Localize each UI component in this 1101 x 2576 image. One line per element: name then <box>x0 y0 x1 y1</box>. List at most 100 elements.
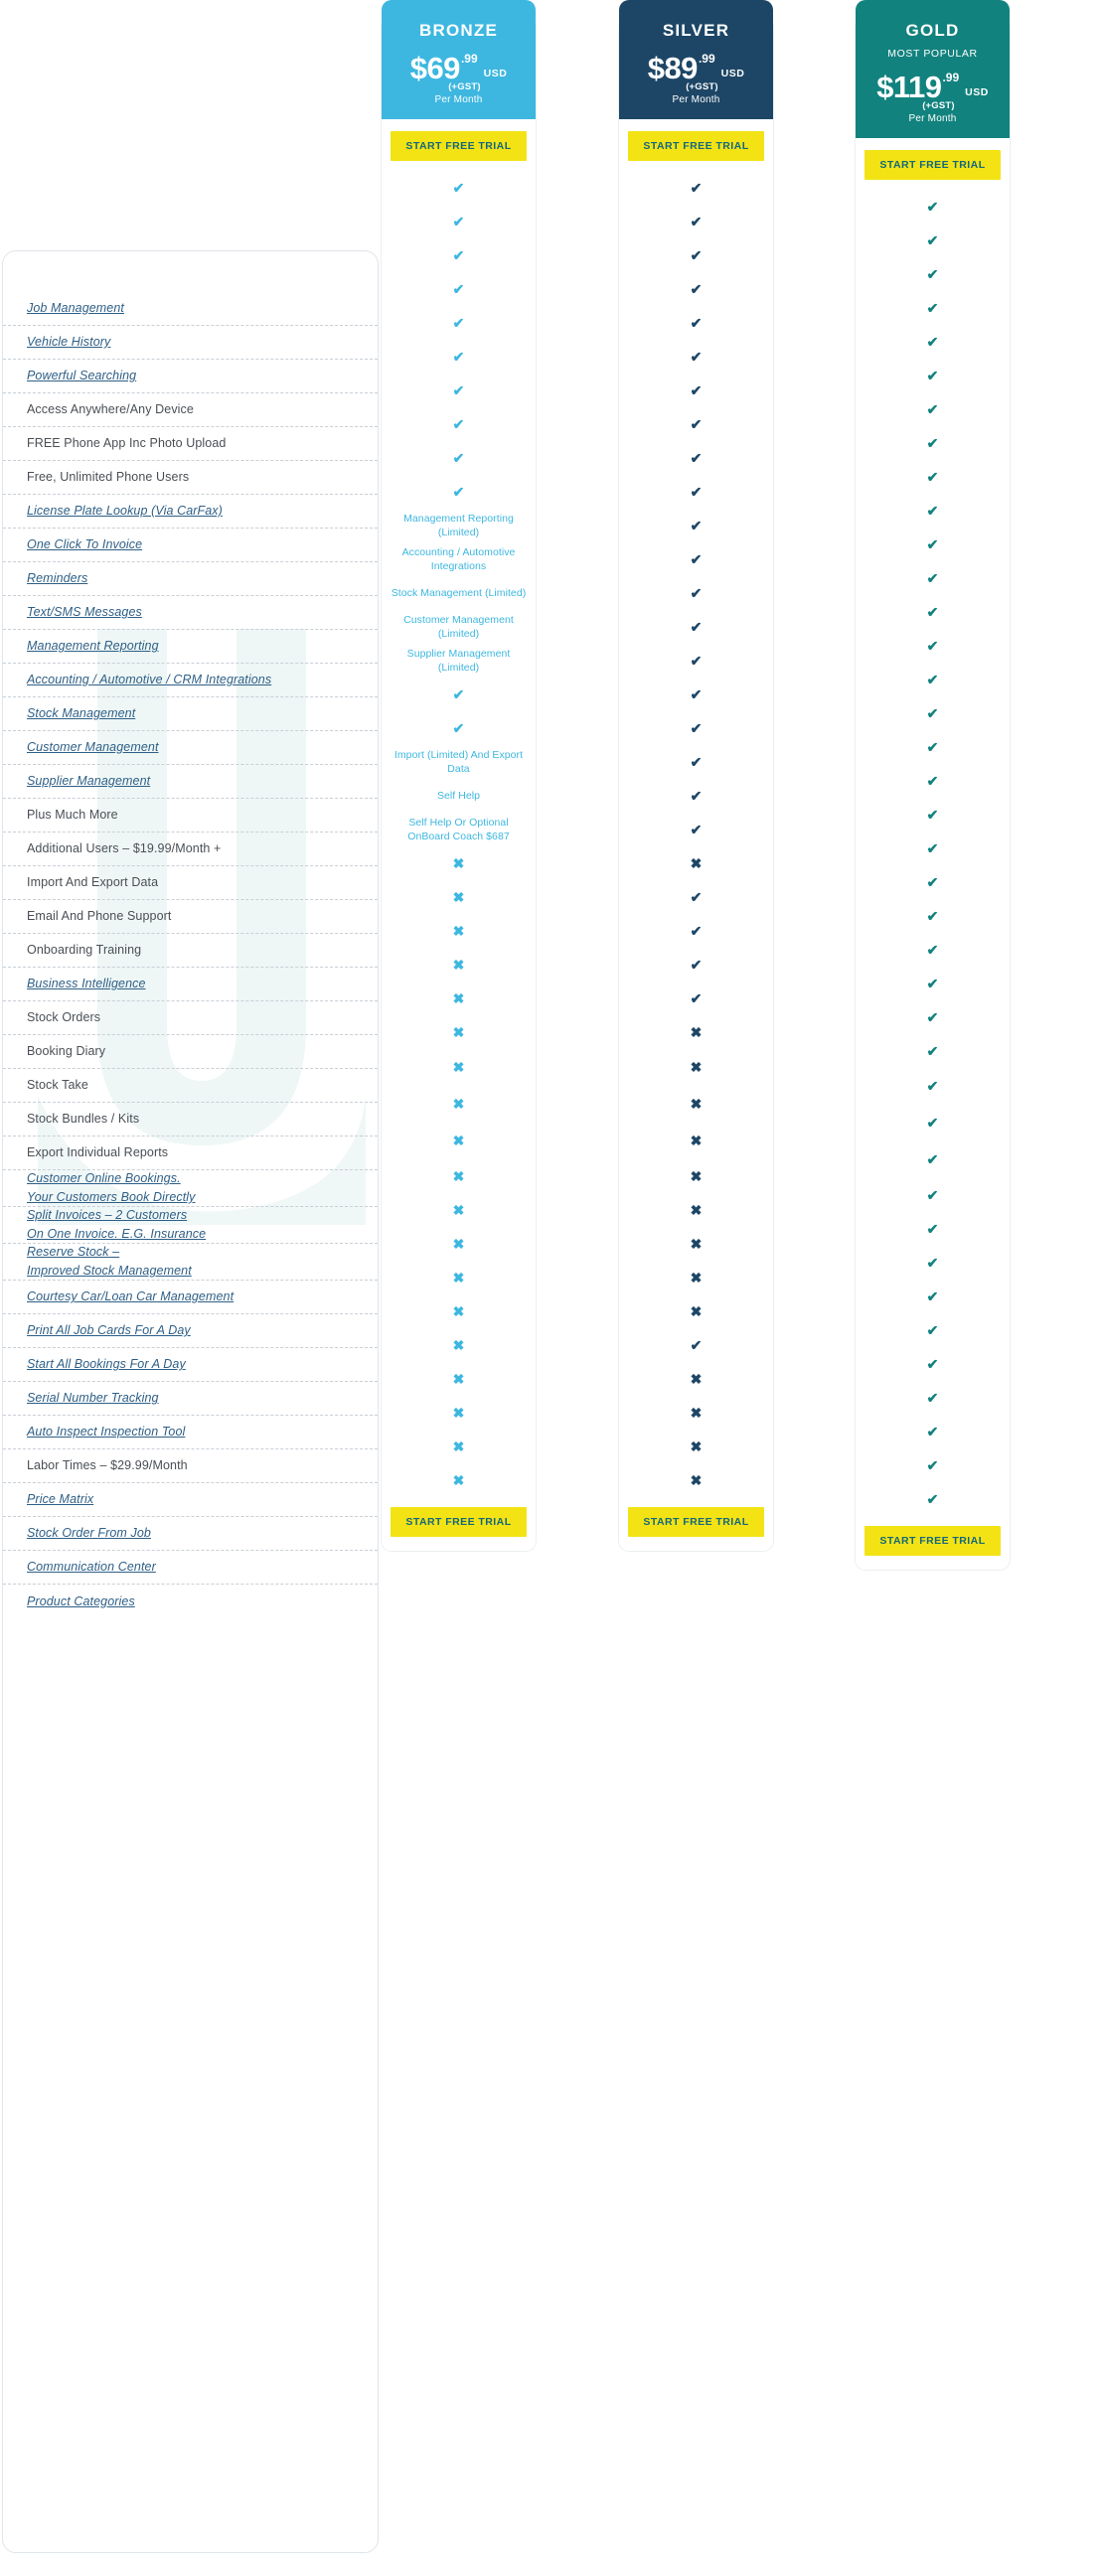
value-cell: ✔ <box>856 359 1010 392</box>
value-cell: ✔ <box>856 426 1010 460</box>
cross-icon: ✖ <box>452 1023 465 1040</box>
value-text: Accounting / Automotive Integrations <box>401 545 516 572</box>
value-cell: ✔ <box>619 644 773 678</box>
value-cell: ✔ <box>619 982 773 1015</box>
feature-row: License Plate Lookup (Via CarFax) <box>3 495 378 529</box>
value-text: Stock Management (Limited) <box>391 586 527 599</box>
cross-icon: ✖ <box>690 1201 703 1218</box>
cross-icon: ✖ <box>452 1302 465 1319</box>
value-cell: Management Reporting (Limited) <box>382 509 536 542</box>
start-free-trial-button-bottom[interactable]: START FREE TRIAL <box>391 1506 527 1537</box>
value-cell: ✔ <box>856 1415 1010 1448</box>
feature-label-link[interactable]: License Plate Lookup (Via CarFax) <box>27 502 223 521</box>
check-icon: ✔ <box>690 719 703 736</box>
start-free-trial-button-bottom[interactable]: START FREE TRIAL <box>865 1525 1001 1556</box>
feature-label: FREE Phone App Inc Photo Upload <box>27 436 227 451</box>
tier-name: GOLD <box>905 21 960 40</box>
feature-label-link[interactable]: Customer Online Bookings. Your Customers… <box>27 1169 196 1207</box>
cross-icon: ✖ <box>452 1201 465 1218</box>
value-cell: ✖ <box>619 846 773 880</box>
tier-subtitle-badge: MOST POPULAR <box>887 47 978 60</box>
check-icon: ✔ <box>926 1220 939 1237</box>
cross-icon: ✖ <box>690 854 703 871</box>
start-free-trial-button-top[interactable]: START FREE TRIAL <box>391 130 527 161</box>
feature-row: Labor Times – $29.99/Month <box>3 1449 378 1483</box>
value-cell: ✖ <box>619 1086 773 1123</box>
start-free-trial-button-top[interactable]: START FREE TRIAL <box>865 149 1001 180</box>
value-cell: Import (Limited) And Export Data <box>382 745 536 779</box>
price-whole: $69 <box>409 50 461 85</box>
pricing-column-gold: GOLD MOST POPULAR $119.99 USD (+GST) Per Mont… <box>856 0 1010 1570</box>
price-period: Per Month <box>434 93 483 105</box>
feature-row: Export Individual Reports <box>3 1136 378 1170</box>
feature-label-link[interactable]: Text/SMS Messages <box>27 603 142 622</box>
feature-label-link[interactable]: Auto Inspect Inspection Tool <box>27 1423 185 1441</box>
feature-label-link[interactable]: Supplier Management <box>27 772 150 791</box>
feature-row: Supplier Management <box>3 765 378 799</box>
value-cell: ✔ <box>856 629 1010 663</box>
check-icon: ✔ <box>926 1151 939 1168</box>
value-cell: ✖ <box>382 1362 536 1396</box>
start-free-trial-button-top[interactable]: START FREE TRIAL <box>628 130 764 161</box>
check-icon: ✔ <box>690 348 703 365</box>
start-free-trial-button-bottom[interactable]: START FREE TRIAL <box>628 1506 764 1537</box>
feature-row: One Click To Invoice <box>3 529 378 562</box>
feature-label-link[interactable]: Business Intelligence <box>27 975 146 993</box>
feature-label-link[interactable]: Job Management <box>27 299 124 318</box>
value-cell: ✔ <box>856 595 1010 629</box>
feature-label-link[interactable]: One Click To Invoice <box>27 535 142 554</box>
feature-label-link[interactable]: Stock Order From Job <box>27 1524 151 1543</box>
check-icon: ✔ <box>690 483 703 500</box>
tier-name: BRONZE <box>419 21 498 40</box>
feature-label: Labor Times – $29.99/Month <box>27 1458 188 1473</box>
feature-label-link[interactable]: Print All Job Cards For A Day <box>27 1321 191 1340</box>
value-text: Self Help <box>436 789 481 802</box>
value-cell: ✔ <box>619 272 773 306</box>
check-icon: ✔ <box>690 652 703 669</box>
feature-label-link[interactable]: Vehicle History <box>27 333 110 352</box>
feature-label-link[interactable]: Serial Number Tracking <box>27 1389 159 1408</box>
feature-label-link[interactable]: Courtesy Car/Loan Car Management <box>27 1288 234 1306</box>
cross-icon: ✖ <box>452 1096 465 1113</box>
check-icon: ✔ <box>926 704 939 721</box>
feature-label-link[interactable]: Management Reporting <box>27 637 159 656</box>
value-cell: ✔ <box>619 407 773 441</box>
cross-icon: ✖ <box>690 1023 703 1040</box>
feature-row: Email And Phone Support <box>3 900 378 934</box>
feature-label-link[interactable]: Start All Bookings For A Day <box>27 1355 186 1374</box>
value-cell: ✔ <box>619 678 773 711</box>
feature-label-link[interactable]: Price Matrix <box>27 1490 93 1509</box>
value-cell: ✖ <box>382 1086 536 1123</box>
check-icon: ✔ <box>926 975 939 991</box>
feature-label-link[interactable]: Customer Management <box>27 738 159 757</box>
cross-icon: ✖ <box>452 854 465 871</box>
feature-label-link[interactable]: Accounting / Automotive / CRM Integratio… <box>27 671 271 689</box>
value-cell: ✔ <box>619 880 773 914</box>
feature-row: Powerful Searching <box>3 360 378 393</box>
check-icon: ✔ <box>452 381 465 398</box>
value-cell: ✔ <box>619 914 773 948</box>
value-cell: ✔ <box>619 374 773 407</box>
check-icon: ✔ <box>690 888 703 905</box>
check-icon: ✔ <box>926 1423 939 1440</box>
check-icon: ✔ <box>926 738 939 755</box>
feature-label-link[interactable]: Product Categories <box>27 1592 135 1611</box>
cross-icon: ✖ <box>690 1269 703 1286</box>
feature-row: Print All Job Cards For A Day <box>3 1314 378 1348</box>
cross-icon: ✖ <box>690 1471 703 1488</box>
check-icon: ✔ <box>690 618 703 635</box>
feature-label-link[interactable]: Reminders <box>27 569 87 588</box>
value-text: Management Reporting (Limited) <box>403 512 514 538</box>
check-icon: ✔ <box>690 922 703 939</box>
feature-label-link[interactable]: Powerful Searching <box>27 367 136 385</box>
check-icon: ✔ <box>926 400 939 417</box>
value-cell: ✖ <box>619 1193 773 1227</box>
value-cell: ✔ <box>856 325 1010 359</box>
feature-label-link[interactable]: Reserve Stock – Improved Stock Managemen… <box>27 1243 192 1281</box>
value-cell: ✔ <box>619 306 773 340</box>
check-icon: ✔ <box>690 314 703 331</box>
value-cell: ✔ <box>856 494 1010 528</box>
feature-label-link[interactable]: Split Invoices – 2 Customers On One Invo… <box>27 1206 206 1244</box>
feature-label-link[interactable]: Stock Management <box>27 704 135 723</box>
feature-label-link[interactable]: Communication Center <box>27 1558 156 1577</box>
